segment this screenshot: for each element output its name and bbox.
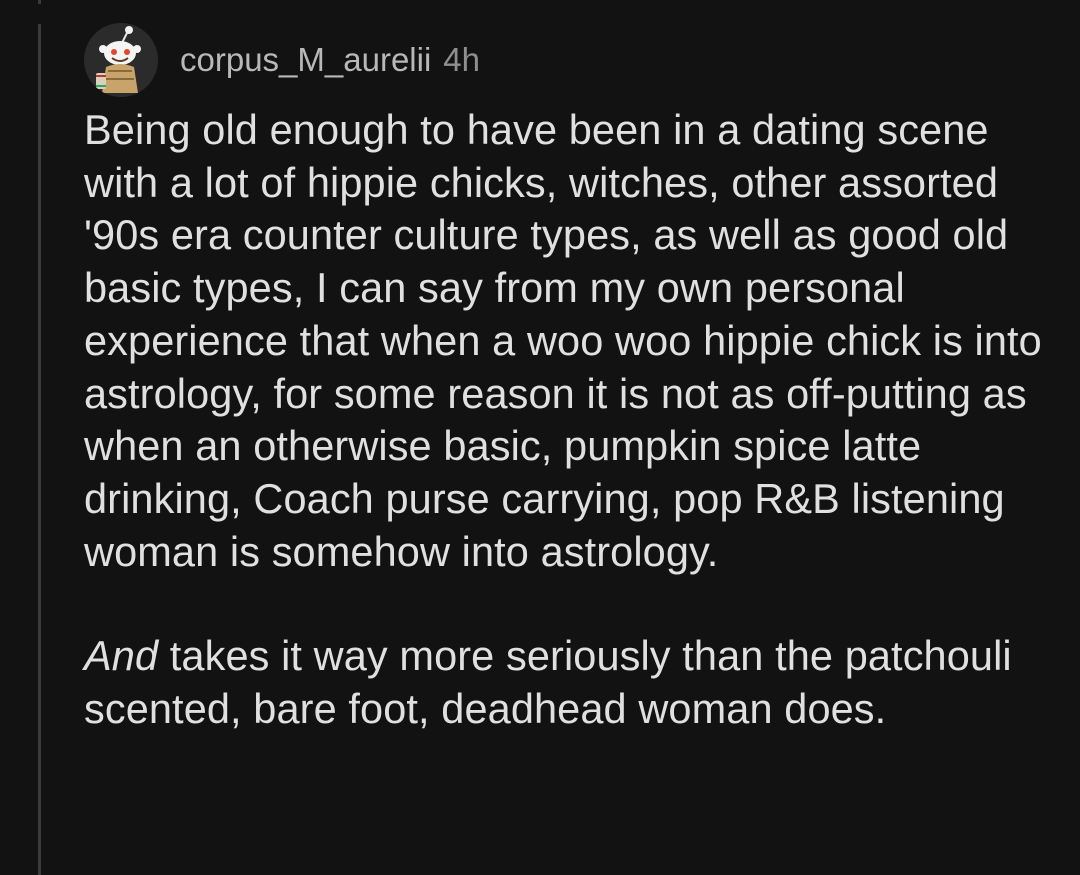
thread-line-top [38,0,41,4]
paragraph-text: takes it way more seriously than the pat… [84,632,1012,733]
comment-body: Being old enough to have been in a datin… [84,104,1064,736]
username-link[interactable]: corpus_M_aurelii [180,41,431,79]
comment-timestamp: 4h [443,41,481,78]
comment-paragraph: Being old enough to have been in a datin… [84,106,1042,575]
snoo-avatar-icon[interactable] [84,23,158,97]
comment-paragraph: And takes it way more seriously than the… [84,630,1064,735]
comment: corpus_M_aurelii 4h Being old enough to … [84,22,1064,736]
comment-header: corpus_M_aurelii 4h [84,22,1064,98]
emphasis-text: And [84,632,159,680]
thread-line[interactable] [38,24,41,875]
